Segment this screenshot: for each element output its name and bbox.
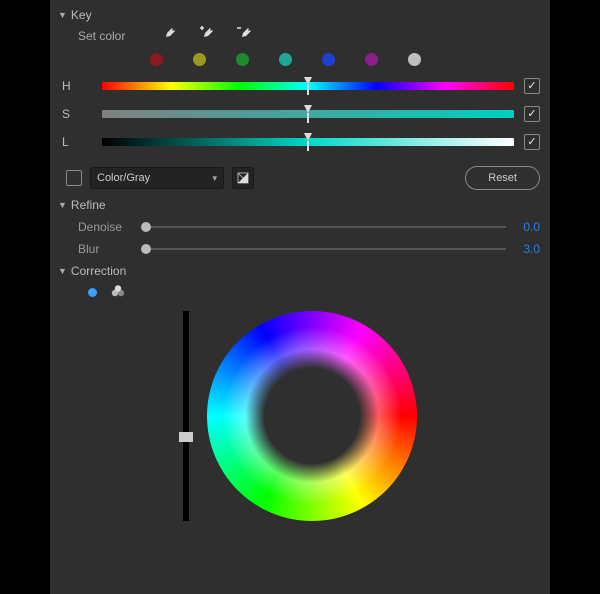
blur-label: Blur: [78, 242, 138, 256]
chevron-down-icon: ▼: [58, 200, 67, 210]
blur-thumb[interactable]: [141, 244, 151, 254]
swatch-magenta[interactable]: [365, 53, 378, 66]
chevron-down-icon: ▾: [212, 173, 217, 184]
chevron-down-icon: ▼: [58, 10, 67, 20]
swatch-cyan[interactable]: [279, 53, 292, 66]
blur-value[interactable]: 3.0: [514, 242, 540, 256]
denoise-slider[interactable]: [146, 226, 506, 228]
color-wheel[interactable]: [207, 311, 417, 521]
swatch-green[interactable]: [236, 53, 249, 66]
effects-panel: ▼ Key Set color H S: [50, 0, 550, 594]
lightness-slider[interactable]: [102, 138, 514, 146]
reset-button[interactable]: Reset: [465, 166, 540, 190]
section-correction-title: Correction: [71, 264, 126, 278]
denoise-value[interactable]: 0.0: [514, 220, 540, 234]
denoise-thumb[interactable]: [141, 222, 151, 232]
eyedropper-add-icon[interactable]: [198, 26, 214, 45]
color-mode-dropdown[interactable]: Color/Gray ▾: [90, 167, 224, 189]
saturation-checkbox[interactable]: [524, 106, 540, 122]
correction-mode-icons: [88, 284, 540, 301]
eyedropper-subtract-icon[interactable]: [236, 26, 252, 45]
hue-thumb[interactable]: [302, 77, 314, 95]
color-swatches: [150, 53, 540, 66]
saturation-label: S: [62, 107, 92, 121]
hue-checkbox[interactable]: [524, 78, 540, 94]
color-mode-checkbox[interactable]: [66, 170, 82, 186]
swatch-blue[interactable]: [322, 53, 335, 66]
section-refine-title: Refine: [71, 198, 106, 212]
invert-icon[interactable]: [232, 167, 254, 189]
swatch-red[interactable]: [150, 53, 163, 66]
three-way-icon[interactable]: [111, 284, 125, 301]
luminance-slider[interactable]: [183, 311, 189, 521]
section-key-title: Key: [71, 8, 92, 22]
luminance-thumb[interactable]: [179, 432, 193, 442]
denoise-label: Denoise: [78, 220, 138, 234]
denoise-row: Denoise 0.0: [78, 220, 540, 234]
color-mode-dropdown-label: Color/Gray: [97, 172, 150, 184]
eyedropper-icon[interactable]: [160, 26, 176, 45]
section-refine-header[interactable]: ▼ Refine: [58, 198, 540, 212]
set-color-label: Set color: [78, 29, 136, 43]
lightness-thumb[interactable]: [302, 133, 314, 151]
swatch-yellow[interactable]: [193, 53, 206, 66]
blur-row: Blur 3.0: [78, 242, 540, 256]
saturation-thumb[interactable]: [302, 105, 314, 123]
section-correction-header[interactable]: ▼ Correction: [58, 264, 540, 278]
saturation-row: S: [60, 106, 540, 122]
chevron-down-icon: ▼: [58, 266, 67, 276]
lightness-label: L: [62, 135, 92, 149]
color-wheel-area: [60, 311, 540, 521]
section-key-header[interactable]: ▼ Key: [58, 8, 540, 22]
swatch-white[interactable]: [408, 53, 421, 66]
lightness-row: L: [60, 134, 540, 150]
hue-row: H: [60, 78, 540, 94]
set-color-row: Set color: [60, 26, 540, 45]
channel-dot-icon[interactable]: [88, 288, 97, 297]
reset-button-label: Reset: [488, 172, 517, 184]
color-mode-row: Color/Gray ▾ Reset: [66, 166, 540, 190]
hue-label: H: [62, 79, 92, 93]
saturation-slider[interactable]: [102, 110, 514, 118]
lightness-checkbox[interactable]: [524, 134, 540, 150]
blur-slider[interactable]: [146, 248, 506, 250]
hue-slider[interactable]: [102, 82, 514, 90]
